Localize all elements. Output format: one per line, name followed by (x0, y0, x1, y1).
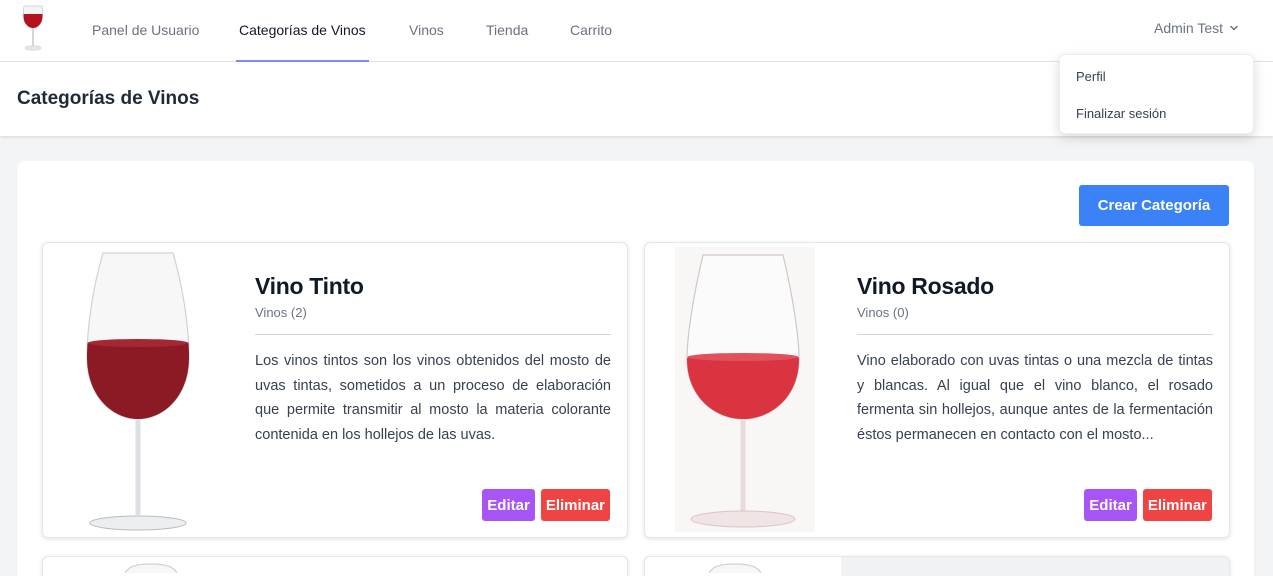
card-wine-count: Vinos (0) (857, 305, 1213, 335)
create-category-button[interactable]: Crear Categoría (1079, 185, 1229, 226)
rose-wine-glass-image (675, 247, 815, 532)
card-actions: Editar Eliminar (482, 489, 610, 521)
chevron-down-icon (1230, 25, 1238, 31)
category-card: Vino Tinto Vinos (2) Los vinos tintos so… (42, 242, 628, 538)
nav-link-categorias[interactable]: Categorías de Vinos (236, 0, 369, 62)
wine-glass-image (124, 563, 178, 573)
top-navbar: Panel de Usuario Categorías de Vinos Vin… (0, 0, 1273, 62)
nav-link-panel-usuario[interactable]: Panel de Usuario (92, 0, 199, 62)
card-description: Vino elaborado con uvas tintas o una mez… (857, 353, 1213, 443)
card-actions: Editar Eliminar (1084, 489, 1212, 521)
nav-link-carrito[interactable]: Carrito (570, 0, 612, 62)
delete-button[interactable]: Eliminar (1142, 489, 1212, 521)
nav-link-vinos[interactable]: Vinos (409, 0, 444, 62)
page-title: Categorías de Vinos (17, 88, 200, 109)
edit-button[interactable]: Editar (482, 489, 535, 521)
card-wine-count: Vinos (2) (255, 305, 611, 335)
category-card (644, 556, 1230, 576)
card-title: Vino Rosado (857, 273, 994, 299)
user-menu-trigger[interactable]: Admin Test (1154, 20, 1239, 36)
image-placeholder (841, 557, 1229, 576)
wine-glass-image (708, 563, 762, 573)
wine-glass-logo-icon[interactable] (20, 4, 46, 52)
user-dropdown-menu: Perfil Finalizar sesión (1059, 54, 1254, 134)
user-name: Admin Test (1154, 20, 1223, 36)
category-card: Vino Rosado Vinos (0) Vino elaborado con… (644, 242, 1230, 538)
categories-panel: Crear Categoría Vino Tinto Vinos (2) Los… (17, 161, 1254, 576)
edit-button[interactable]: Editar (1084, 489, 1137, 521)
category-card (42, 556, 628, 576)
delete-button[interactable]: Eliminar (540, 489, 610, 521)
dropdown-item-logout[interactable]: Finalizar sesión (1076, 106, 1166, 121)
nav-link-tienda[interactable]: Tienda (486, 0, 528, 62)
card-title: Vino Tinto (255, 273, 364, 299)
red-wine-glass-image (86, 252, 190, 531)
dropdown-item-perfil[interactable]: Perfil (1076, 69, 1106, 84)
card-description: Los vinos tintos son los vinos obtenidos… (255, 353, 611, 443)
